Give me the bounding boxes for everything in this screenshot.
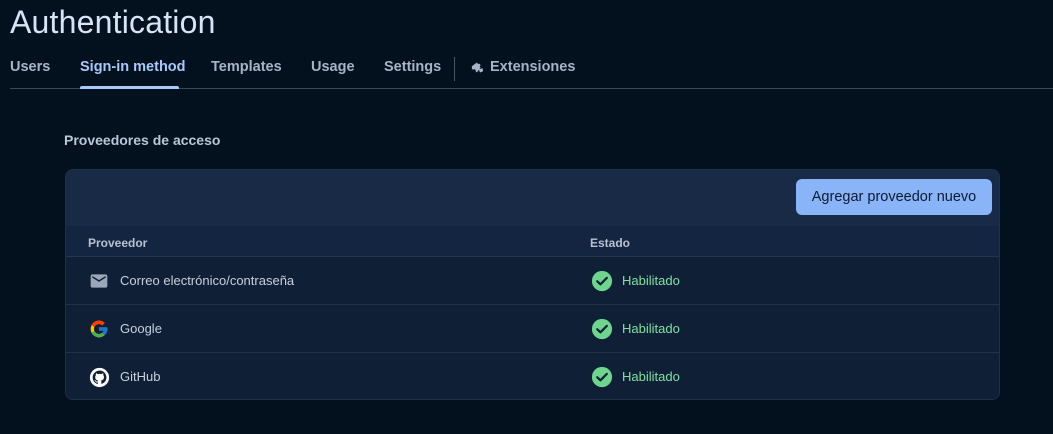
check-circle-icon — [591, 318, 613, 340]
email-icon — [88, 270, 110, 292]
status-badge: Habilitado — [622, 369, 680, 384]
tab-extensions-label: Extensiones — [490, 59, 576, 75]
table-row-github[interactable]: GitHub Habilitado — [66, 353, 999, 399]
tab-divider — [454, 57, 455, 81]
provider-name: Correo electrónico/contraseña — [120, 273, 295, 288]
github-icon — [88, 366, 110, 388]
table-row-email[interactable]: Correo electrónico/contraseña Habilitado — [66, 257, 999, 305]
tab-settings[interactable]: Settings — [384, 59, 441, 75]
tab-extensions[interactable]: Extensiones — [470, 59, 575, 75]
check-circle-icon — [591, 366, 613, 388]
page-title: Authentication — [10, 4, 216, 40]
provider-name: GitHub — [120, 369, 161, 384]
active-tab-indicator — [80, 86, 179, 89]
status-badge: Habilitado — [622, 321, 680, 336]
add-provider-button[interactable]: Agregar proveedor nuevo — [796, 179, 992, 215]
status-badge: Habilitado — [622, 273, 680, 288]
table-row-google[interactable]: Google Habilitado — [66, 305, 999, 353]
extensions-icon — [470, 60, 485, 75]
column-header-provider: Proveedor — [88, 236, 148, 250]
tab-templates[interactable]: Templates — [211, 59, 282, 75]
table-header: Proveedor Estado — [66, 226, 999, 257]
card-toolbar: Agregar proveedor nuevo — [66, 170, 999, 226]
check-circle-icon — [591, 270, 613, 292]
provider-name: Google — [120, 321, 162, 336]
column-header-status: Estado — [590, 236, 631, 250]
tab-bar: Users Sign-in method Templates Usage Set… — [10, 50, 1053, 89]
tab-sign-in-method[interactable]: Sign-in method — [80, 59, 186, 75]
providers-card: Agregar proveedor nuevo Proveedor Estado… — [65, 169, 1000, 400]
tab-usage[interactable]: Usage — [311, 59, 355, 75]
tab-users[interactable]: Users — [10, 59, 50, 75]
section-title: Proveedores de acceso — [64, 132, 221, 148]
google-icon — [88, 318, 110, 340]
